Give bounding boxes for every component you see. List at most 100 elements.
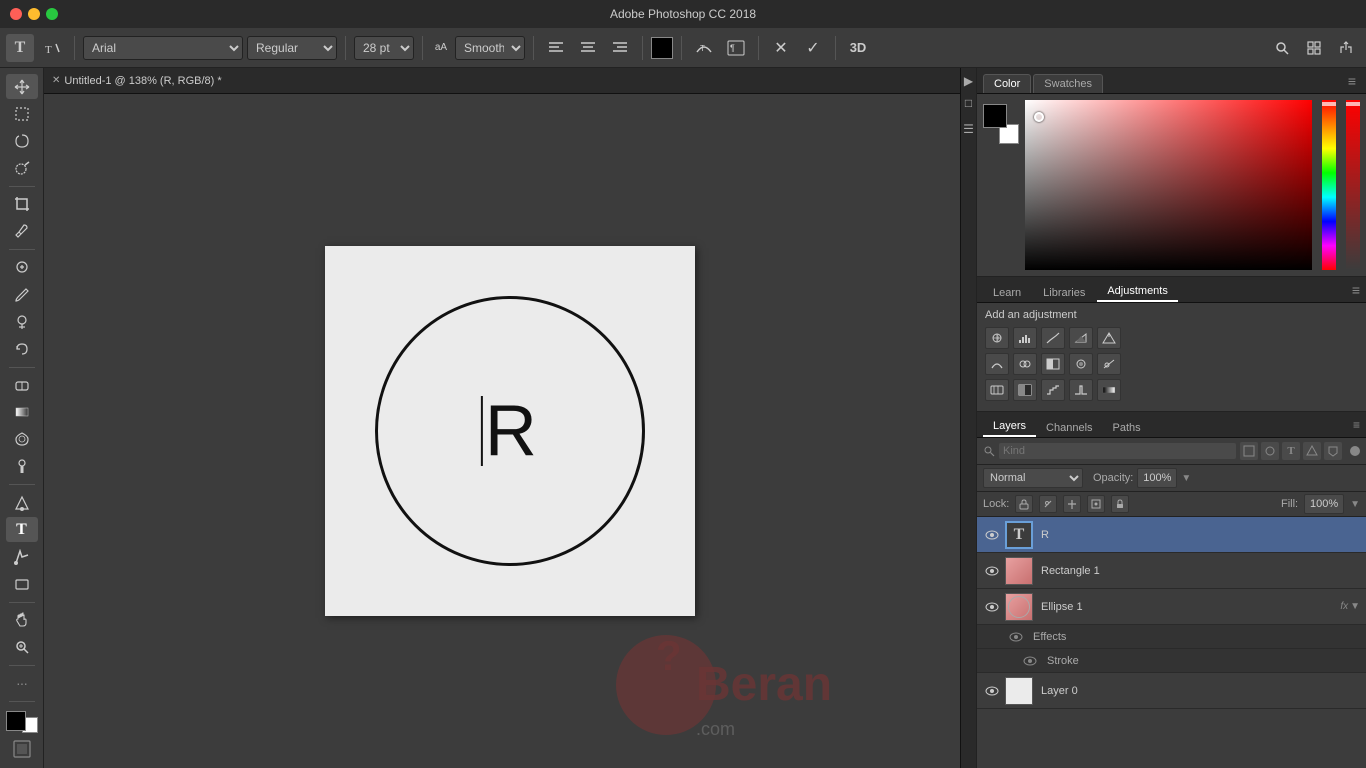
tool-blur[interactable] xyxy=(6,427,38,452)
fg-bg-swatches[interactable] xyxy=(983,104,1019,144)
warp-text-button[interactable]: T xyxy=(690,34,718,62)
tool-clone-stamp[interactable] xyxy=(6,309,38,334)
color-alpha-slider[interactable] xyxy=(1346,100,1360,270)
search-button[interactable] xyxy=(1268,34,1296,62)
curves-icon[interactable] xyxy=(1041,327,1065,349)
vibrance-icon[interactable] xyxy=(1097,327,1121,349)
screen-mode[interactable] xyxy=(12,739,32,762)
layer-visibility-ellipse1[interactable] xyxy=(983,598,1001,616)
tool-eraser[interactable] xyxy=(6,372,38,397)
layer-item-layer0[interactable]: Layer 0 xyxy=(977,673,1366,709)
adjustments-options-icon[interactable]: ≡ xyxy=(1352,282,1360,298)
layers-tab[interactable]: Layers xyxy=(983,417,1036,437)
close-button[interactable] xyxy=(10,8,22,20)
lock-all[interactable] xyxy=(1111,495,1129,513)
black-white-icon[interactable] xyxy=(1041,353,1065,375)
tool-hand[interactable] xyxy=(6,608,38,633)
color-saturation-lightness[interactable] xyxy=(1025,100,1312,270)
foreground-color[interactable] xyxy=(6,711,26,731)
align-center-button[interactable] xyxy=(574,34,602,62)
align-left-button[interactable] xyxy=(542,34,570,62)
filter-pixel-icon[interactable] xyxy=(1240,442,1258,460)
fill-chevron[interactable]: ▼ xyxy=(1350,499,1360,510)
tool-dodge[interactable] xyxy=(6,454,38,479)
hue-saturation-icon[interactable] xyxy=(985,353,1009,375)
align-right-button[interactable] xyxy=(606,34,634,62)
panel-strip-icon-3[interactable]: ☰ xyxy=(963,122,974,136)
confirm-edits-button[interactable]: ✓ xyxy=(799,34,827,62)
tool-shape[interactable] xyxy=(6,572,38,597)
exposure-icon[interactable] xyxy=(1069,327,1093,349)
posterize-icon[interactable] xyxy=(1041,379,1065,401)
text-options-icon[interactable]: T xyxy=(38,34,66,62)
color-tab[interactable]: Color xyxy=(983,74,1031,93)
lock-position[interactable] xyxy=(1063,495,1081,513)
tool-brush[interactable] xyxy=(6,282,38,307)
tool-gradient[interactable] xyxy=(6,400,38,425)
brightness-contrast-icon[interactable] xyxy=(985,327,1009,349)
foreground-swatch[interactable] xyxy=(983,104,1007,128)
paths-tab[interactable]: Paths xyxy=(1103,419,1151,437)
sub-stroke-visibility[interactable] xyxy=(1021,656,1039,666)
canvas-text-content[interactable]: R xyxy=(481,390,537,472)
tool-zoom[interactable] xyxy=(6,635,38,660)
tool-healing[interactable] xyxy=(6,255,38,280)
tool-history-brush[interactable] xyxy=(6,336,38,361)
arrange-button[interactable] xyxy=(1300,34,1328,62)
color-lookup-icon[interactable] xyxy=(985,379,1009,401)
tool-eyedropper[interactable] xyxy=(6,219,38,244)
tab-close-button[interactable]: ✕ xyxy=(52,75,60,86)
channels-tab[interactable]: Channels xyxy=(1036,419,1102,437)
text-tool-icon[interactable]: T xyxy=(6,34,34,62)
blend-mode-select[interactable]: Normal xyxy=(983,468,1083,488)
sub-effects-visibility[interactable] xyxy=(1007,632,1025,642)
layer-item-r[interactable]: T R xyxy=(977,517,1366,553)
layer-sub-effects[interactable]: Effects xyxy=(977,625,1366,649)
layer-visibility-layer0[interactable] xyxy=(983,682,1001,700)
share-button[interactable] xyxy=(1332,34,1360,62)
learn-tab[interactable]: Learn xyxy=(983,284,1031,302)
opacity-chevron[interactable]: ▼ xyxy=(1181,473,1191,484)
font-size-select[interactable]: 28 pt xyxy=(354,36,414,60)
text-color-swatch[interactable] xyxy=(651,37,673,59)
tool-move[interactable] xyxy=(6,74,38,99)
filter-text-icon[interactable]: T xyxy=(1282,442,1300,460)
font-style-select[interactable]: Regular xyxy=(247,36,337,60)
lock-transparent-pixels[interactable] xyxy=(1015,495,1033,513)
font-family-select[interactable]: Arial xyxy=(83,36,243,60)
tool-quick-select[interactable] xyxy=(6,156,38,181)
invert-icon[interactable] xyxy=(1013,379,1037,401)
tool-crop[interactable] xyxy=(6,192,38,217)
panel-strip-icon-1[interactable]: ▶ xyxy=(964,74,973,88)
character-panel-button[interactable]: ¶ xyxy=(722,34,750,62)
threshold-icon[interactable] xyxy=(1069,379,1093,401)
lock-artboard[interactable] xyxy=(1087,495,1105,513)
tool-pen[interactable] xyxy=(6,490,38,515)
fill-value[interactable]: 100% xyxy=(1304,494,1344,514)
tool-marquee-rect[interactable] xyxy=(6,101,38,126)
layer-item-rectangle1[interactable]: Rectangle 1 xyxy=(977,553,1366,589)
filter-shape-icon[interactable] xyxy=(1303,442,1321,460)
tool-lasso[interactable] xyxy=(6,128,38,153)
color-picker-gradient[interactable] xyxy=(1025,100,1312,270)
panel-strip-icon-2[interactable]: □ xyxy=(965,96,972,110)
document-tab[interactable]: Untitled-1 @ 138% (R, RGB/8) * xyxy=(64,75,221,87)
layer-sub-stroke[interactable]: Stroke xyxy=(977,649,1366,673)
channel-mixer-icon[interactable] xyxy=(1097,353,1121,375)
canvas-document[interactable]: R xyxy=(325,246,695,616)
layer-item-ellipse1[interactable]: Ellipse 1 fx ▼ xyxy=(977,589,1366,625)
opacity-value[interactable]: 100% xyxy=(1137,468,1177,488)
minimize-button[interactable] xyxy=(28,8,40,20)
layers-options-icon[interactable]: ≡ xyxy=(1353,418,1360,432)
canvas-container[interactable]: R xyxy=(44,94,976,768)
tool-text[interactable]: T xyxy=(6,517,38,542)
filter-smart-icon[interactable] xyxy=(1324,442,1342,460)
adjustments-tab[interactable]: Adjustments xyxy=(1097,282,1178,302)
photo-filter-icon[interactable] xyxy=(1069,353,1093,375)
gradient-map-icon[interactable] xyxy=(1097,379,1121,401)
color-panel-options[interactable]: ≡ xyxy=(1344,73,1360,89)
layer-visibility-r[interactable] xyxy=(983,526,1001,544)
fg-bg-colors[interactable] xyxy=(6,711,38,733)
aa-icon[interactable]: aA xyxy=(431,34,451,62)
maximize-button[interactable] xyxy=(46,8,58,20)
